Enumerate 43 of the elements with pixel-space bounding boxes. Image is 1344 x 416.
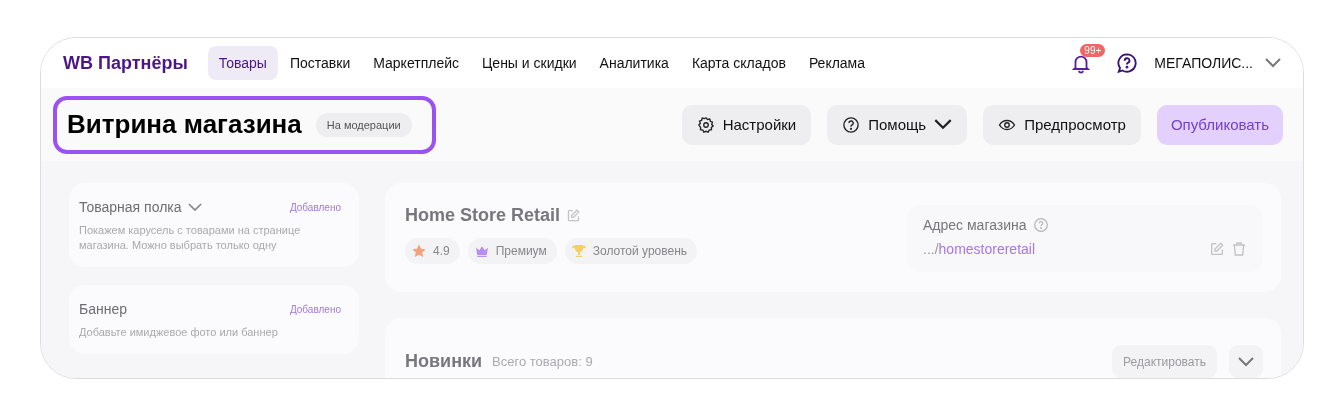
status-label: Добавлено	[289, 303, 341, 315]
trophy-icon	[570, 243, 587, 259]
card-description: Добавьте имиджевое фото или баннер	[79, 325, 279, 340]
chevron-down-icon	[1238, 356, 1254, 367]
status-label: Добавлено	[289, 201, 341, 213]
store-badge: Премиум	[467, 238, 557, 264]
card-title: Баннер	[79, 301, 127, 317]
nav-tab[interactable]: Цены и скидки	[471, 46, 588, 80]
notification-badge: 99+	[1080, 44, 1106, 57]
card-title: Товарная полка	[79, 199, 182, 215]
section-title: Новинки	[405, 351, 483, 372]
chevron-down-icon	[187, 202, 202, 212]
nav-tab[interactable]: Карта складов	[680, 46, 797, 80]
item-count: Всего товаров: 9	[492, 354, 593, 369]
store-name: Home Store Retail	[405, 205, 561, 226]
trash-icon[interactable]	[1231, 241, 1247, 257]
sidebar-card[interactable]: Баннер Добавлено Добавьте имиджевое фото или баннер	[69, 285, 359, 354]
edit-icon[interactable]	[566, 208, 582, 223]
address-label: Адрес магазина	[923, 217, 1027, 233]
star-icon	[411, 243, 427, 259]
action-button[interactable]: Помощь	[827, 104, 968, 145]
action-button[interactable]: Настройки	[681, 104, 812, 145]
action-button[interactable]: Предпросмотр	[983, 104, 1141, 145]
expand-button[interactable]	[1229, 345, 1263, 378]
account-menu[interactable]: МЕГАПОЛИС...	[1154, 55, 1281, 71]
nav-tab[interactable]: Аналитика	[588, 46, 680, 80]
sidebar-card[interactable]: Товарная полка Добавлено Покажем карусель с товарами на странице магазина. Можно выбрать только одну	[69, 183, 359, 267]
store-badge: 4.9	[405, 238, 460, 264]
card-description: Покажем карусель с товарами на странице магазина. Можно выбрать только одну	[79, 223, 302, 253]
help-icon[interactable]	[1116, 52, 1139, 74]
nav-tab[interactable]: Поставки	[278, 46, 362, 80]
status-tag: На модерации	[315, 112, 412, 137]
nav-tab[interactable]: Товары	[207, 46, 278, 80]
nav-tab[interactable]: Реклама	[797, 46, 877, 80]
store-badge: Золотой уровень	[564, 238, 698, 264]
page-title: Витрина магазина	[67, 109, 302, 140]
chevron-down-icon	[934, 119, 953, 130]
edit-icon[interactable]	[1209, 241, 1225, 257]
logo[interactable]: WB Партнёры	[63, 52, 188, 74]
gear-icon	[696, 115, 715, 134]
help-icon	[842, 115, 861, 134]
nav-tab[interactable]: Маркетплейс	[362, 46, 470, 80]
chevron-down-icon	[1265, 58, 1281, 68]
